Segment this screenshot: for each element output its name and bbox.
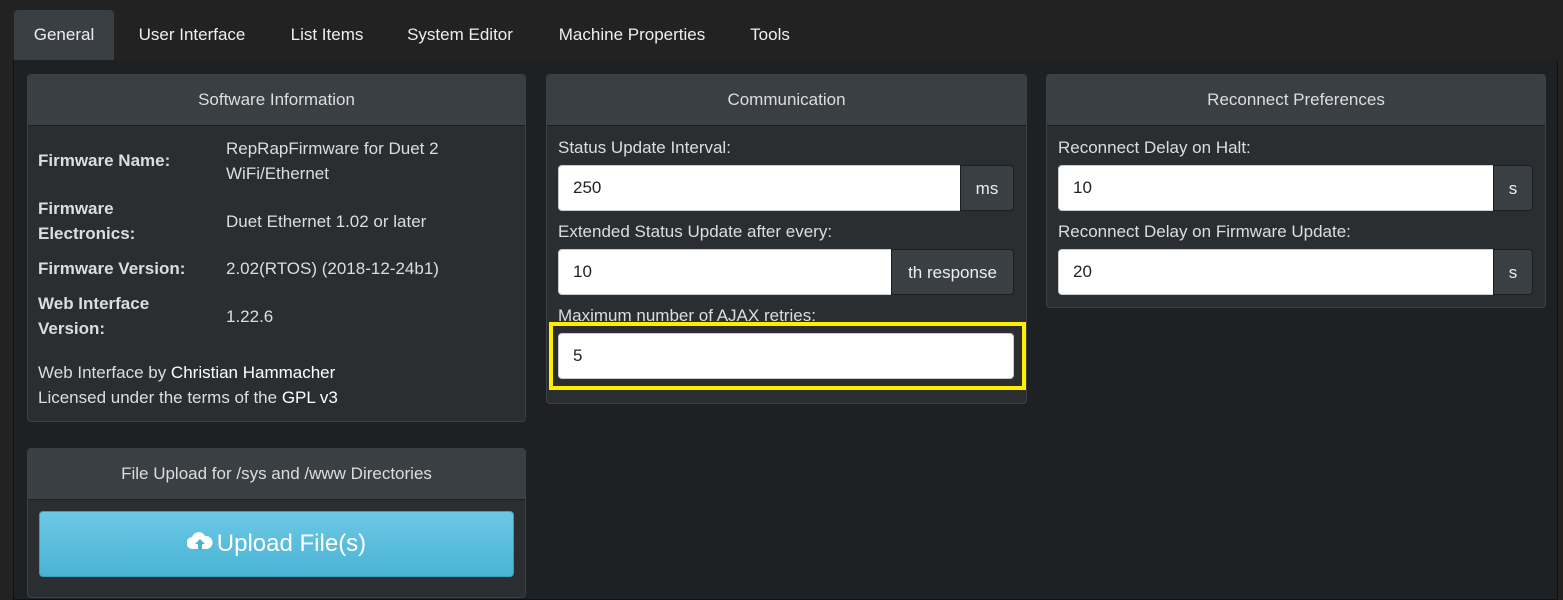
firmware-name-value-line1: RepRapFirmware for Duet 2 [226,139,439,158]
panel-title: Reconnect Preferences [1047,75,1545,126]
reconnect-delay-firmware-label: Reconnect Delay on Firmware Update: [1058,222,1351,241]
reconnect-delay-halt-label: Reconnect Delay on Halt: [1058,138,1251,157]
reconnect-delay-firmware-unit: s [1493,249,1533,295]
status-update-interval-input[interactable]: 250 [558,165,961,211]
tab-general[interactable]: General [14,10,114,60]
reconnect-delay-firmware-input[interactable]: 20 [1058,249,1494,295]
license-prefix: Licensed under the terms of the [38,388,282,407]
author-link[interactable]: Christian Hammacher [171,363,335,382]
panel-title: Software Information [28,75,525,126]
panel-title: File Upload for /sys and /www Directorie… [28,449,525,500]
tab-user-interface[interactable]: User Interface [122,10,262,60]
upload-files-button[interactable]: Upload File(s) [39,511,514,577]
tab-system-editor[interactable]: System Editor [392,10,528,60]
credit-line: Web Interface by Christian Hammacher [38,360,335,385]
license-link[interactable]: GPL v3 [282,388,338,407]
web-interface-version-key-line2: Version: [38,319,106,338]
firmware-electronics-key-line2: Electronics: [38,224,136,243]
firmware-version-value: 2.02(RTOS) (2018-12-24b1) [226,259,439,278]
status-update-interval-unit: ms [960,165,1014,211]
credit-prefix: Web Interface by [38,363,171,382]
ajax-retries-input[interactable]: 5 [558,333,1014,379]
extended-status-update-input[interactable]: 10 [558,249,892,295]
upload-button-label: Upload File(s) [216,530,367,557]
firmware-version-key: Firmware Version: [38,259,186,278]
panel-title: Communication [547,75,1026,126]
firmware-name-value-line2: WiFi/Ethernet [226,164,329,183]
tab-list-items[interactable]: List Items [272,10,382,60]
tab-bar: General User Interface List Items System… [0,0,1563,60]
firmware-electronics-value: Duet Ethernet 1.02 or later [226,212,427,231]
web-interface-version-value: 1.22.6 [226,307,274,326]
extended-status-update-unit: th response [891,249,1014,295]
tab-tools[interactable]: Tools [736,10,804,60]
reconnect-delay-halt-unit: s [1493,165,1533,211]
status-update-interval-label: Status Update Interval: [558,138,731,157]
web-interface-version-key-line1: Web Interface [38,294,150,313]
firmware-electronics-key-line1: Firmware [38,199,114,218]
firmware-name-key: Firmware Name: [38,151,171,170]
tab-machine-properties[interactable]: Machine Properties [540,10,724,60]
extended-status-update-label: Extended Status Update after every: [558,222,833,241]
license-line: Licensed under the terms of the GPL v3 [38,385,338,410]
cloud-upload-icon [186,532,213,550]
reconnect-delay-halt-input[interactable]: 10 [1058,165,1494,211]
